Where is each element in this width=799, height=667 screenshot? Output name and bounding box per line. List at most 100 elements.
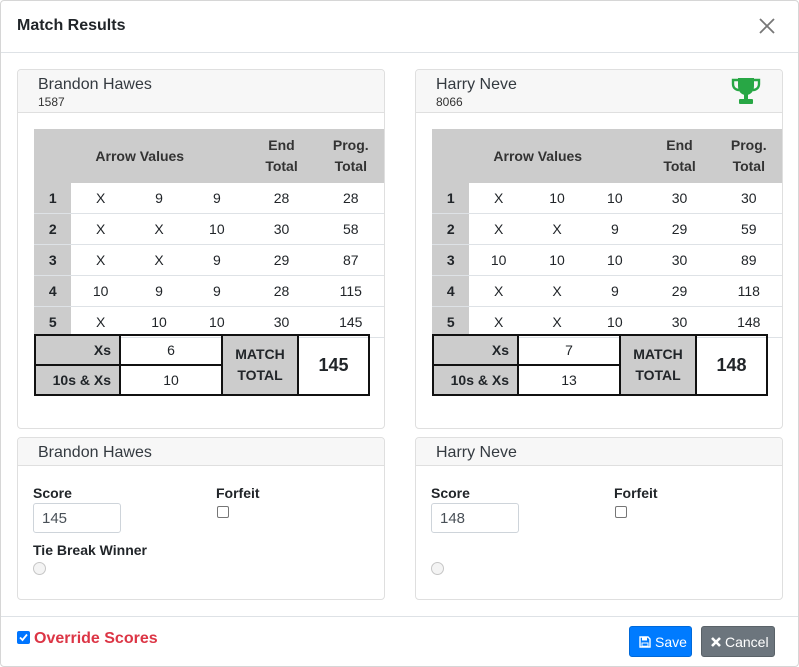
end-total-header: End Total: [643, 129, 716, 183]
close-icon[interactable]: [756, 15, 778, 37]
arrow-value: X: [71, 244, 130, 276]
arrow-value: X: [527, 306, 587, 338]
xs-value: 7: [517, 334, 621, 366]
tie-break-label: Tie Break Winner: [33, 542, 147, 558]
arrow-value: X: [469, 183, 528, 214]
arrow-value: X: [71, 213, 130, 245]
arrow-value: X: [469, 275, 528, 307]
tens-value: 13: [517, 364, 621, 396]
prog-total: 148: [715, 306, 782, 338]
prog-total: 89: [715, 244, 782, 276]
arrow-value: 10: [527, 183, 587, 214]
scorecard-card: Harry Neve 8066 Arrow Values End Total Prog. T…: [415, 69, 783, 429]
arrow-value: X: [527, 275, 587, 307]
arrow-value: X: [129, 244, 189, 276]
table-row: 1 X 10 10 30 30: [432, 183, 782, 214]
table-row: 4 X X 9 29 118: [432, 275, 782, 307]
end-number: 3: [34, 244, 72, 276]
arrow-value: 10: [586, 183, 644, 214]
cancel-button[interactable]: Cancel: [701, 626, 775, 657]
prog-total-header: Prog. Total: [317, 129, 384, 183]
scorecard-card: Brandon Hawes 1587 Arrow Values End Total Pro…: [17, 69, 385, 429]
x-icon: [711, 637, 721, 647]
scorecard-table: Arrow Values End Total Prog. Total 1 X 9 9 28 28 2 X…: [34, 129, 384, 338]
table-row: 5 X 10 10 30 145: [34, 306, 384, 338]
end-number: 2: [34, 213, 72, 245]
override-scores-label[interactable]: Override Scores: [34, 630, 158, 648]
arrow-value: 10: [71, 275, 130, 307]
floppy-disk-icon: [639, 636, 651, 648]
player-name: Harry Neve: [436, 444, 517, 461]
arrow-value: 9: [586, 213, 644, 245]
end-number: 3: [432, 244, 470, 276]
end-total-header: End Total: [245, 129, 318, 183]
forfeit-label: Forfeit: [216, 485, 260, 501]
player-id: 1587: [38, 95, 65, 109]
override-scores-checkbox[interactable]: [17, 631, 30, 644]
arrow-value: 9: [129, 275, 189, 307]
table-row: 2 X X 10 30 58: [34, 213, 384, 245]
arrow-value: X: [71, 306, 130, 338]
end-total: 29: [643, 275, 716, 307]
save-button-label: Save: [655, 634, 687, 650]
score-form-header: Harry Neve: [416, 438, 782, 466]
player-name: Brandon Hawes: [38, 76, 152, 93]
arrow-value: 10: [586, 306, 644, 338]
score-form-header: Brandon Hawes: [18, 438, 384, 466]
score-label: Score: [33, 485, 72, 501]
end-total: 29: [245, 244, 318, 276]
xs-label: Xs: [34, 334, 121, 366]
arrow-values-header: Arrow Values: [432, 129, 644, 183]
arrow-value: X: [469, 306, 528, 338]
end-total: 28: [245, 183, 318, 214]
summary-table: Xs 7 MATCH TOTAL 148 10s & Xs 13: [432, 334, 768, 396]
end-number: 1: [432, 183, 470, 214]
xs-value: 6: [119, 334, 223, 366]
score-input[interactable]: 148: [431, 503, 519, 533]
score-label: Score: [431, 485, 470, 501]
prog-total: 28: [317, 183, 384, 214]
player-name: Harry Neve: [436, 76, 517, 93]
end-total: 30: [245, 213, 318, 245]
scorecard-header: Harry Neve 8066: [416, 70, 782, 113]
scorecard-table: Arrow Values End Total Prog. Total 1 X 10 10 30 30…: [432, 129, 782, 338]
forfeit-checkbox[interactable]: [615, 506, 627, 518]
tie-break-radio[interactable]: [431, 562, 444, 575]
arrow-value: 9: [129, 183, 189, 214]
player-id: 8066: [436, 95, 463, 109]
tens-label: 10s & Xs: [432, 364, 519, 396]
end-total: 29: [643, 213, 716, 245]
trophy-icon: [731, 78, 761, 104]
modal-footer: Override Scores Save Cancel: [1, 616, 798, 667]
cancel-button-label: Cancel: [725, 634, 769, 650]
player-name: Brandon Hawes: [38, 444, 152, 461]
prog-total: 145: [317, 306, 384, 338]
end-number: 2: [432, 213, 470, 245]
score-input[interactable]: 145: [33, 503, 121, 533]
match-total-value: 148: [695, 334, 768, 396]
save-button[interactable]: Save: [629, 626, 692, 657]
arrow-value: X: [527, 213, 587, 245]
table-row: 1 X 9 9 28 28: [34, 183, 384, 214]
arrow-value: 9: [188, 244, 246, 276]
arrow-value: X: [71, 183, 130, 214]
tie-break-radio[interactable]: [33, 562, 46, 575]
table-row: 3 10 10 10 30 89: [432, 244, 782, 276]
tens-value: 10: [119, 364, 223, 396]
prog-total: 87: [317, 244, 384, 276]
xs-label: Xs: [432, 334, 519, 366]
score-form-card: Harry Neve Score 148 Forfeit: [415, 437, 783, 600]
end-number: 5: [432, 306, 470, 338]
arrow-value: 10: [527, 244, 587, 276]
forfeit-checkbox[interactable]: [217, 506, 229, 518]
arrow-value: 9: [188, 275, 246, 307]
end-number: 4: [34, 275, 72, 307]
end-number: 5: [34, 306, 72, 338]
arrow-value: 10: [586, 244, 644, 276]
prog-total: 118: [715, 275, 782, 307]
match-total-label: MATCH TOTAL: [619, 334, 697, 396]
score-form-card: Brandon Hawes Score 145 Forfeit Tie Break Wi…: [17, 437, 385, 600]
table-row: 5 X X 10 30 148: [432, 306, 782, 338]
prog-total: 58: [317, 213, 384, 245]
forfeit-label: Forfeit: [614, 485, 658, 501]
